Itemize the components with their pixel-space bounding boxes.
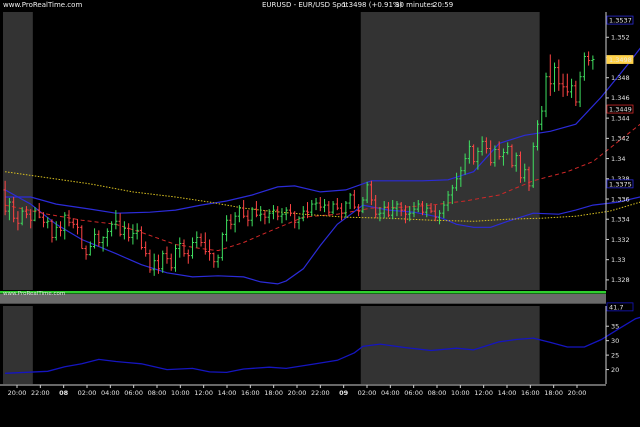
x-tick-label: 06:00 [124, 389, 143, 397]
x-tick-label: 08 [59, 389, 69, 397]
panel-separator-green[interactable] [0, 291, 606, 294]
x-tick-label: 06:00 [404, 389, 423, 397]
y-tick-label-main: 1.348 [611, 74, 630, 82]
sub-panel-watermark: www.ProRealTime.com [3, 291, 65, 297]
x-tick-label: 16:00 [241, 389, 260, 397]
y-tick-label-sub: 25 [611, 351, 619, 359]
y-tick-label-main: 1.344 [611, 114, 630, 122]
y-tick-label-sub: 35 [611, 323, 619, 331]
x-tick-label: 02:00 [78, 389, 97, 397]
y-tick-label-sub: 20 [611, 366, 619, 374]
x-tick-label: 22:00 [31, 389, 50, 397]
x-tick-label: 10:00 [171, 389, 190, 397]
y-tick-label-main: 1.342 [611, 135, 630, 143]
x-tick-label: 20:00 [288, 389, 307, 397]
y-tick-label-main: 1.328 [611, 276, 630, 284]
site-label: www.ProRealTime.com [3, 1, 82, 9]
x-tick-label: 22:00 [311, 389, 330, 397]
y-tick-label-main: 1.336 [611, 195, 630, 203]
price-chart: www.ProRealTime.com EURUSD - EUR/USD Spo… [0, 0, 640, 427]
x-tick-label: 04:00 [381, 389, 400, 397]
panel-separator-line [0, 303, 606, 304]
y-tick-label-main: 1.352 [611, 34, 630, 42]
price-tag-label: 1.3449 [609, 105, 632, 113]
x-tick-label: 14:00 [218, 389, 237, 397]
x-tick-label: 20:00 [8, 389, 27, 397]
y-tick-label-main: 1.33 [611, 256, 625, 264]
price-tag-label: 1.3537 [609, 16, 632, 24]
session-shade-main-0 [3, 12, 33, 290]
session-shade-main-1 [360, 12, 540, 290]
x-tick-label: 16:00 [521, 389, 540, 397]
instrument-label: EURUSD - EUR/USD Spot [262, 1, 348, 9]
y-tick-label-sub: 30 [611, 337, 619, 345]
time-label: 20:59 [433, 1, 453, 9]
x-tick-label: 04:00 [101, 389, 120, 397]
panel-separator-gray[interactable] [0, 294, 606, 303]
x-tick-label: 12:00 [474, 389, 493, 397]
y-tick-label-main: 1.332 [611, 236, 630, 244]
x-tick-label: 08:00 [428, 389, 447, 397]
x-tick-label: 09 [339, 389, 349, 397]
x-tick-label: 08:00 [148, 389, 167, 397]
x-tick-label: 02:00 [358, 389, 377, 397]
quote-label: 1.3498 (+0.91%) [342, 1, 403, 9]
x-tick-label: 12:00 [194, 389, 213, 397]
x-tick-label: 18:00 [544, 389, 563, 397]
y-tick-label-main: 1.34 [611, 155, 625, 163]
x-tick-label: 10:00 [451, 389, 470, 397]
x-tick-label: 18:00 [264, 389, 283, 397]
indicator-value-label: 41.7 [609, 303, 623, 311]
timeframe-label: 30 minutes [395, 1, 435, 9]
y-tick-label-main: 1.334 [611, 216, 630, 224]
x-tick-label: 20:00 [568, 389, 587, 397]
x-tick-label: 14:00 [498, 389, 517, 397]
price-tag-label: 1.3375 [609, 180, 632, 188]
y-tick-label-main: 1.346 [611, 94, 630, 102]
price-tag-label: 1.3498 [609, 56, 632, 64]
